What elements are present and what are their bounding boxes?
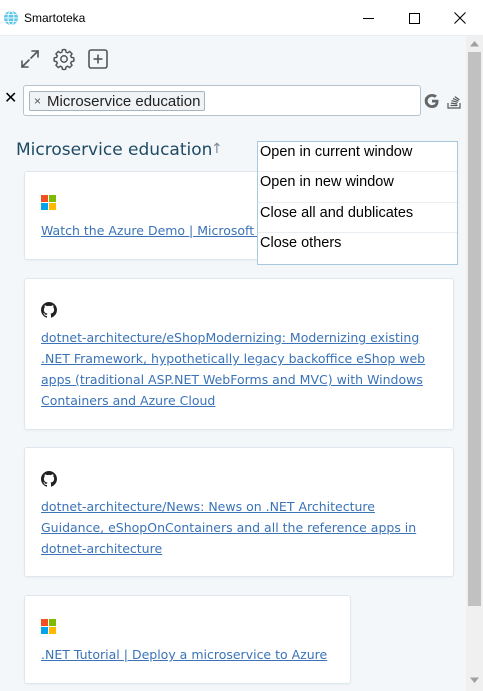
scroll-thumb[interactable] (468, 52, 481, 606)
menu-item-close-others[interactable]: Close others (258, 233, 457, 263)
github-icon (41, 471, 57, 487)
tag-label: Microservice education (47, 92, 201, 110)
settings-icon[interactable] (52, 47, 76, 71)
add-icon[interactable] (86, 47, 110, 71)
expand-icon[interactable] (18, 47, 42, 71)
stack-icon[interactable] (447, 92, 461, 110)
scroll-up-icon[interactable] (469, 40, 480, 48)
tag-chip[interactable]: × Microservice education (29, 91, 206, 111)
minimize-button[interactable] (345, 0, 391, 36)
bookmark-link[interactable]: dotnet-architecture/eShopModernizing: Mo… (41, 327, 425, 411)
sort-arrow-icon[interactable]: ↑ (211, 141, 223, 157)
search-input[interactable]: × Microservice education (23, 85, 421, 116)
scrollbar[interactable] (466, 36, 483, 691)
minimize-icon (362, 17, 374, 19)
window-title: Smartoteka (24, 11, 86, 25)
bookmark-card[interactable]: dotnet-architecture/eShopModernizing: Mo… (24, 278, 454, 430)
close-button[interactable] (437, 0, 483, 36)
bookmark-link[interactable]: dotnet-architecture/News: News on .NET A… (41, 496, 416, 559)
google-icon[interactable] (423, 92, 441, 110)
menu-item-open-current[interactable]: Open in current window (258, 142, 457, 172)
microsoft-icon (41, 195, 57, 211)
close-icon (454, 12, 466, 24)
scroll-down-icon[interactable] (469, 676, 480, 684)
maximize-button[interactable] (391, 0, 437, 36)
bookmark-link[interactable]: .NET Tutorial | Deploy a microservice to… (41, 644, 327, 665)
globe-icon (4, 10, 18, 26)
remove-tag-button[interactable]: × (34, 94, 41, 108)
search-row: ✕ × Microservice education (0, 82, 466, 118)
maximize-icon (408, 12, 420, 24)
bookmark-link[interactable]: Watch the Azure Demo | Microsoft A (41, 220, 267, 241)
toolbar (0, 36, 466, 80)
bookmark-card[interactable]: .NET Tutorial | Deploy a microservice to… (24, 595, 351, 684)
github-icon (41, 302, 57, 318)
clear-search-button[interactable]: ✕ (4, 88, 17, 107)
menu-item-open-new[interactable]: Open in new window (258, 172, 457, 202)
microsoft-icon (41, 619, 57, 635)
bookmark-card[interactable]: dotnet-architecture/News: News on .NET A… (24, 447, 454, 577)
group-title[interactable]: Microservice education (16, 140, 212, 160)
menu-item-close-all-duplicates[interactable]: Close all and dublicates (258, 203, 457, 233)
context-menu: Open in current window Open in new windo… (257, 141, 458, 265)
title-bar: Smartoteka (0, 0, 483, 36)
